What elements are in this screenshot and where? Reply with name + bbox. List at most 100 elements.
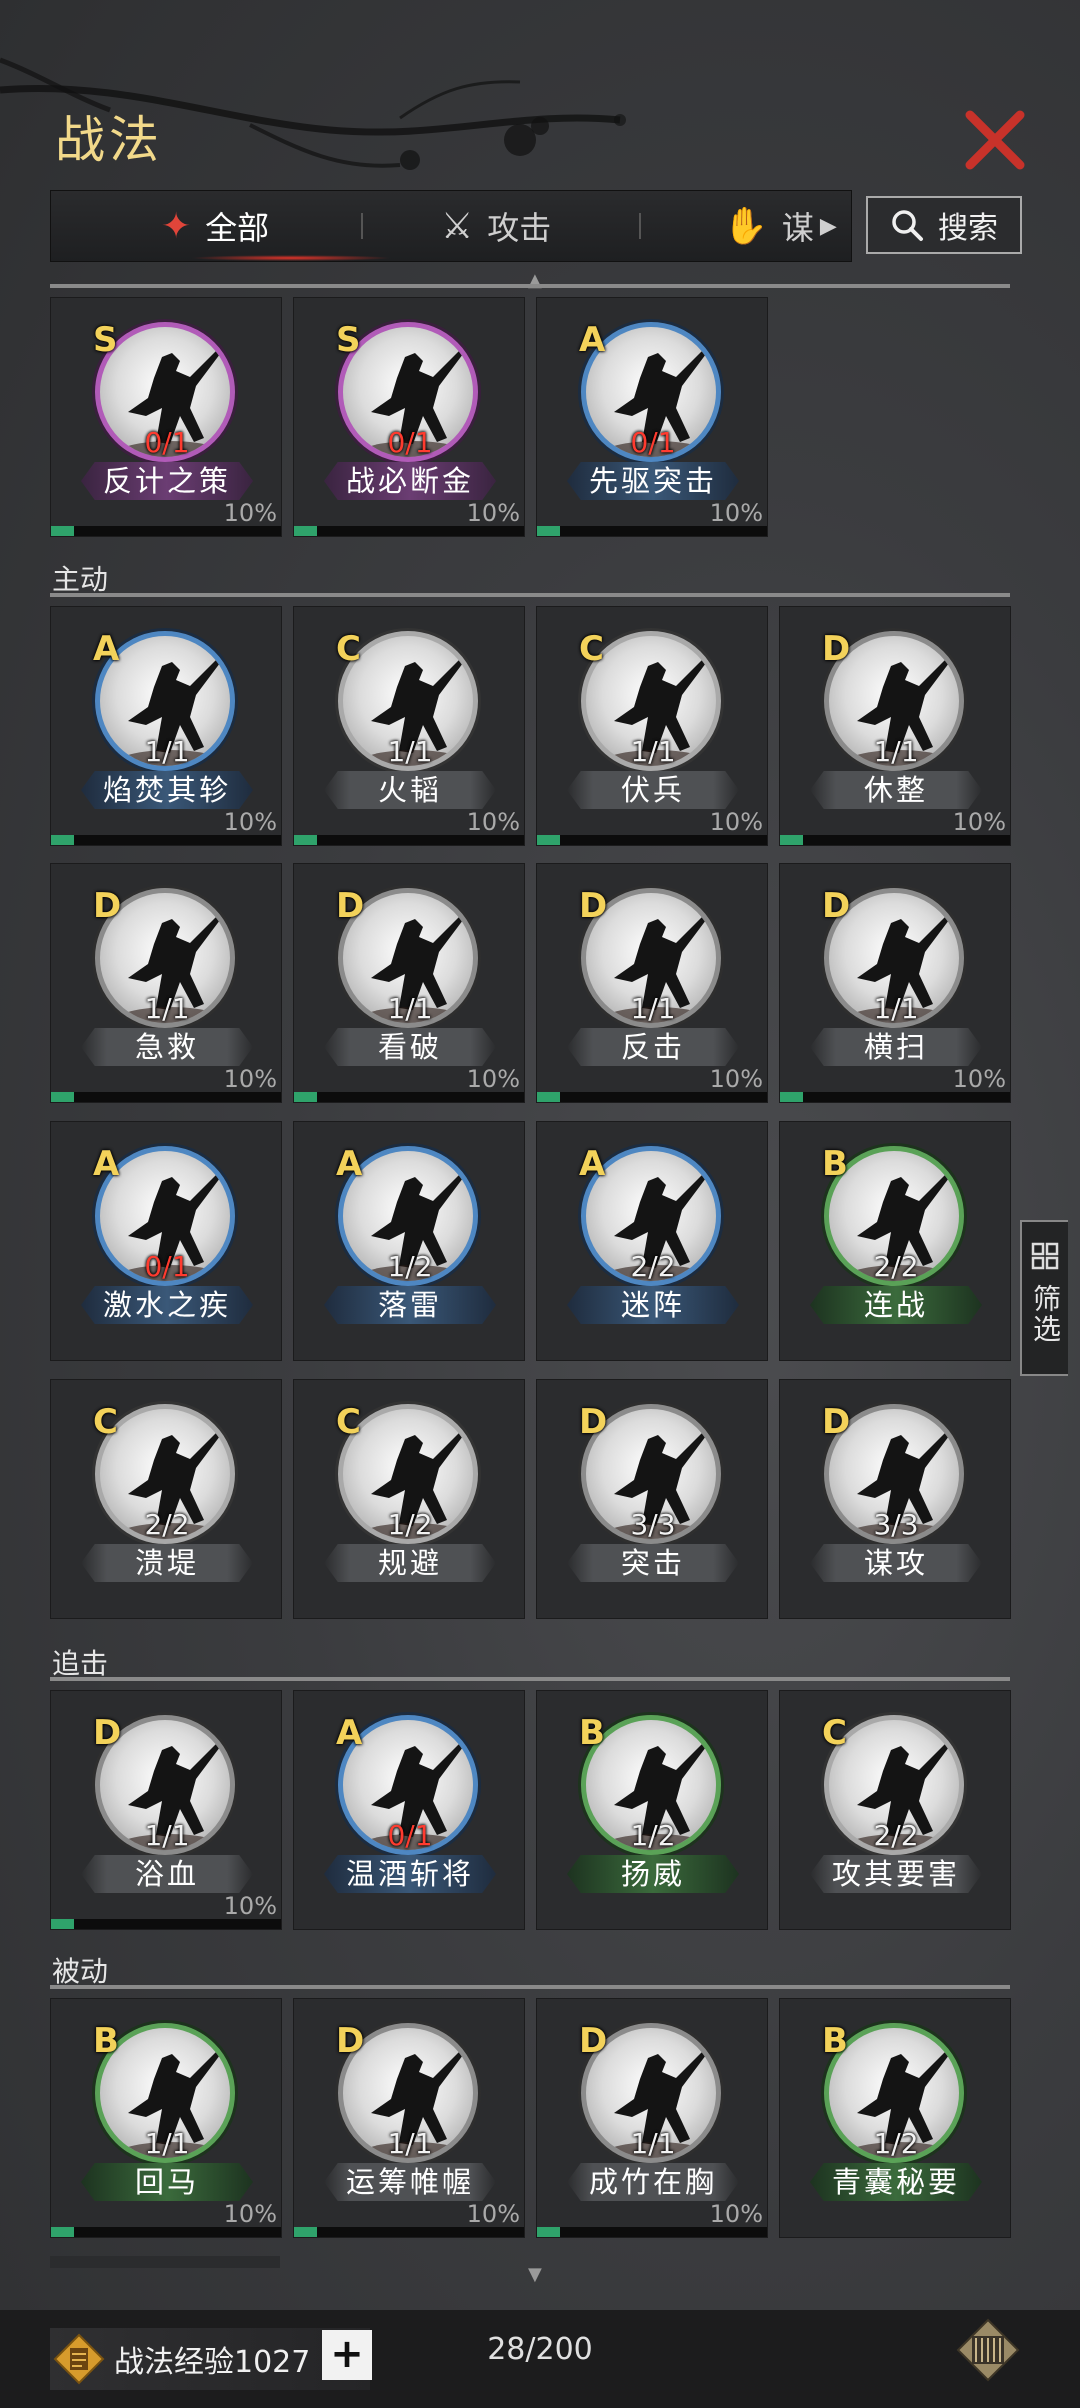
progress-percent: 10% <box>466 808 520 836</box>
progress-fill <box>51 1919 74 1929</box>
owned-count: 1/2 <box>387 1250 433 1283</box>
grade-badge: C <box>336 629 361 669</box>
owned-count: 1/1 <box>630 992 676 1025</box>
tactic-card[interactable]: D 1/1 看破 10% <box>293 863 525 1103</box>
add-exp-button[interactable]: + <box>322 2330 372 2380</box>
grid-icon <box>1031 1242 1059 1270</box>
tactic-name: 青囊秘要 <box>810 2163 982 2201</box>
grade-badge: B <box>822 2021 848 2061</box>
owned-count: 1/1 <box>144 735 190 768</box>
owned-count: 1/1 <box>144 2127 190 2160</box>
progress-fill <box>294 835 317 845</box>
progress-percent: 10% <box>223 1892 277 1920</box>
search-button[interactable]: 搜索 <box>866 196 1022 254</box>
section-title-passive: 被动 <box>52 1955 109 1988</box>
tab-strategy[interactable]: ✋ 谋 ▶ <box>723 191 837 261</box>
divider <box>50 1985 1010 1989</box>
grade-badge: D <box>579 2021 608 2061</box>
owned-count: 1/1 <box>144 992 190 1025</box>
tactic-name: 连战 <box>810 1286 982 1324</box>
grade-badge: D <box>822 1402 851 1442</box>
tactic-card[interactable]: S 0/1 战必断金 10% <box>293 297 525 537</box>
progress-fill <box>537 526 560 536</box>
grade-badge: A <box>579 320 606 360</box>
tactic-name: 反击 <box>567 1028 739 1066</box>
progress-percent: 10% <box>709 808 763 836</box>
tactic-card[interactable]: C 1/1 火韬 10% <box>293 606 525 846</box>
tactic-card[interactable]: C 2/2 溃堤 <box>50 1379 282 1619</box>
tactic-card[interactable]: D 3/3 谋攻 <box>779 1379 1011 1619</box>
progress-fill <box>537 1092 560 1102</box>
progress-bar <box>51 2227 281 2237</box>
tactic-card[interactable]: A 0/1 温酒斩将 <box>293 1690 525 1930</box>
tactic-name: 激水之疾 <box>81 1286 253 1324</box>
tactic-card[interactable]: D 1/1 休整 10% <box>779 606 1011 846</box>
tactic-card[interactable]: D 1/1 急救 10% <box>50 863 282 1103</box>
tactic-name: 看破 <box>324 1028 496 1066</box>
tab-all[interactable]: ✦ 全部 <box>161 191 391 261</box>
hand-icon: ✋ <box>723 206 768 247</box>
progress-bar <box>51 526 281 536</box>
tactic-card[interactable]: C 1/2 规避 <box>293 1379 525 1619</box>
progress-percent: 10% <box>223 499 277 527</box>
tactic-card[interactable]: D 1/1 反击 10% <box>536 863 768 1103</box>
grade-badge: C <box>336 1402 361 1442</box>
tactic-name: 焰焚其轸 <box>81 771 253 809</box>
tactic-card[interactable]: A 0/1 先驱突击 10% <box>536 297 768 537</box>
owned-count: 1/1 <box>873 992 919 1025</box>
progress-percent: 10% <box>466 1065 520 1093</box>
tactic-card[interactable]: A 1/1 焰焚其轸 10% <box>50 606 282 846</box>
tactic-card[interactable]: A 1/2 落雷 <box>293 1121 525 1361</box>
tactic-name: 回马 <box>81 2163 253 2201</box>
tactic-card[interactable]: C 2/2 攻其要害 <box>779 1690 1011 1930</box>
tactic-card[interactable]: B 1/2 扬威 <box>536 1690 768 1930</box>
tactic-card[interactable]: D 1/1 运筹帷幄 10% <box>293 1998 525 2238</box>
tactic-name: 谋攻 <box>810 1544 982 1582</box>
tab-attack[interactable]: ⚔ 攻击 <box>441 191 551 261</box>
grade-badge: D <box>93 1713 122 1753</box>
tactic-card[interactable]: A 2/2 迷阵 <box>536 1121 768 1361</box>
tactic-card[interactable]: D 3/3 突击 <box>536 1379 768 1619</box>
divider <box>50 593 1010 597</box>
progress-bar <box>51 1919 281 1929</box>
owned-count: 1/1 <box>144 1819 190 1852</box>
progress-bar <box>294 1092 524 1102</box>
grade-badge: D <box>93 886 122 926</box>
tactic-card[interactable]: D 1/1 成竹在胸 10% <box>536 1998 768 2238</box>
tactic-name: 运筹帷幄 <box>324 2163 496 2201</box>
grade-badge: A <box>579 1144 606 1184</box>
progress-bar <box>537 835 767 845</box>
tactic-name: 横扫 <box>810 1028 982 1066</box>
grade-badge: A <box>336 1144 363 1184</box>
tactic-card[interactable]: C 1/1 伏兵 10% <box>536 606 768 846</box>
progress-bar <box>537 2227 767 2237</box>
close-icon[interactable] <box>960 105 1030 175</box>
tactic-card[interactable]: A 0/1 激水之疾 <box>50 1121 282 1361</box>
owned-count: 1/2 <box>387 1508 433 1541</box>
tactic-name: 突击 <box>567 1544 739 1582</box>
grade-badge: D <box>579 886 608 926</box>
filter-button[interactable]: 筛选 <box>1020 1220 1068 1376</box>
tactic-card[interactable]: D 1/1 横扫 10% <box>779 863 1011 1103</box>
progress-fill <box>51 526 74 536</box>
tab-all-label: 全部 <box>205 209 270 247</box>
owned-count: 1/1 <box>630 2127 676 2160</box>
tactic-card[interactable]: B 2/2 连战 <box>779 1121 1011 1361</box>
grade-badge: C <box>93 1402 118 1442</box>
search-icon <box>892 210 923 241</box>
tactic-exp-icon <box>53 2333 105 2385</box>
tab-separator <box>361 213 363 239</box>
tactic-card[interactable]: B 1/2 青囊秘要 <box>779 1998 1011 2238</box>
grade-badge: B <box>93 2021 119 2061</box>
search-label: 搜索 <box>938 211 998 246</box>
tactic-name: 火韬 <box>324 771 496 809</box>
progress-percent: 10% <box>709 499 763 527</box>
divider <box>50 284 1010 288</box>
progress-percent: 10% <box>709 2200 763 2228</box>
progress-bar <box>780 1092 1010 1102</box>
scroll-book-icon[interactable] <box>956 2318 1020 2382</box>
tactic-card[interactable]: B 1/1 回马 10% <box>50 1998 282 2238</box>
tactic-card[interactable]: S 0/1 反计之策 10% <box>50 297 282 537</box>
tactic-card[interactable]: D 1/1 浴血 10% <box>50 1690 282 1930</box>
card-edge-partial <box>50 2256 280 2268</box>
